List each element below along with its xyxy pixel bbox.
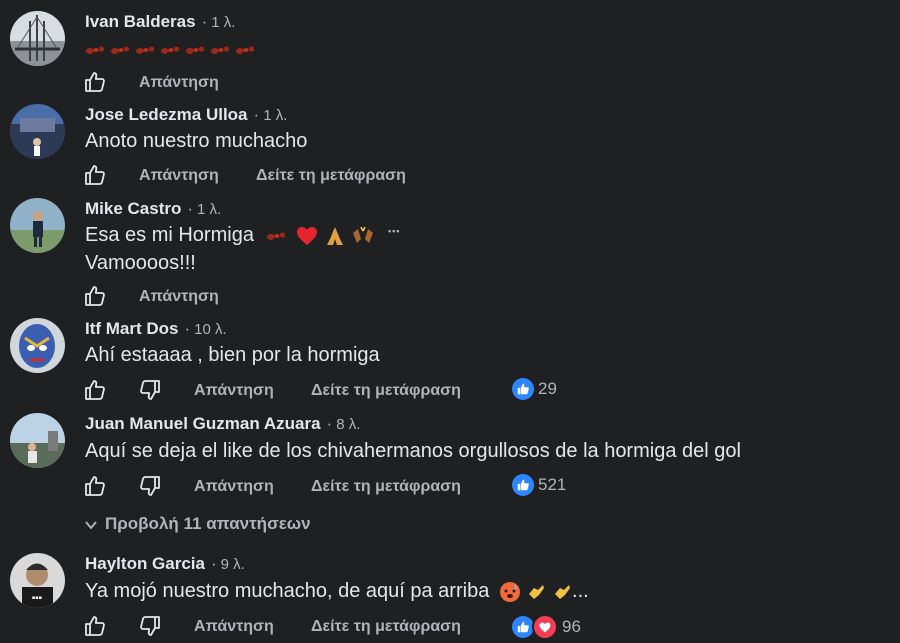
commenter-name[interactable]: Ivan Balderas: [85, 12, 196, 31]
comment-time[interactable]: 9 λ.: [221, 556, 245, 573]
comment-time[interactable]: 10 λ.: [194, 321, 227, 338]
dislike-icon[interactable]: [138, 378, 162, 402]
praying-hands-emoji: [326, 226, 343, 245]
svg-text:▪▪▪: ▪▪▪: [32, 595, 42, 601]
reply-button[interactable]: Απάντηση: [194, 618, 274, 636]
comment-text-line2: Vamoooos!!!: [85, 252, 196, 274]
reply-button[interactable]: Απάντηση: [194, 382, 274, 400]
like-reaction-icon: [512, 616, 534, 638]
avatar[interactable]: [10, 318, 65, 373]
view-replies-label: Προβολή 11 απαντήσεων: [105, 514, 311, 533]
ant-emoji: [235, 43, 257, 57]
reply-button[interactable]: Απάντηση: [139, 288, 219, 306]
like-icon[interactable]: [83, 70, 107, 94]
comment-text-suffix: ...: [572, 580, 589, 602]
reaction-count: 96: [562, 617, 581, 636]
comment-text-line: Ya mojó nuestro muchacho, de aquí pa arr…: [85, 580, 490, 602]
reaction-summary[interactable]: 96: [512, 614, 581, 640]
name-separator: ·: [326, 414, 333, 433]
name-separator: ·: [201, 12, 208, 31]
avatar[interactable]: [10, 198, 65, 253]
ant-emoji: [85, 43, 107, 57]
hot-face-emoji: [499, 581, 520, 602]
reaction-summary[interactable]: 29: [512, 378, 557, 400]
reaction-count: 29: [538, 379, 557, 398]
view-replies-button[interactable]: Προβολή 11 απαντήσεων: [85, 514, 311, 534]
chevron-down-icon: [85, 520, 97, 530]
comment-text: [85, 38, 260, 61]
heart-reaction-icon: [532, 614, 558, 640]
comment-text: Ya mojó nuestro muchacho, de aquí pa arr…: [85, 580, 589, 603]
comment-text: Esa es mi Hormiga: [85, 224, 375, 247]
name-separator: ·: [211, 554, 217, 573]
comment-text: Aquí se deja el like de los chivahermano…: [85, 440, 741, 462]
avatar[interactable]: [10, 104, 65, 159]
more-options-button[interactable]: •••: [388, 226, 400, 236]
reply-button[interactable]: Απάντηση: [194, 478, 274, 496]
comment-text-line: Esa es mi Hormiga: [85, 224, 254, 246]
reply-button[interactable]: Απάντηση: [139, 167, 219, 185]
dislike-icon[interactable]: [138, 474, 162, 498]
like-icon[interactable]: [83, 378, 107, 402]
reaction-count: 521: [538, 475, 567, 494]
commenter-name[interactable]: Haylton Garcia: [85, 554, 205, 573]
comment-time[interactable]: 1 λ.: [197, 201, 221, 218]
avatar[interactable]: ▪▪▪: [10, 553, 65, 608]
like-icon[interactable]: [83, 474, 107, 498]
comment-time[interactable]: 1 λ.: [263, 107, 287, 124]
name-separator: ·: [187, 199, 194, 218]
dislike-icon[interactable]: [138, 614, 162, 638]
like-icon[interactable]: [83, 163, 107, 187]
raising-hands-emoji: [353, 226, 374, 243]
like-icon[interactable]: [83, 284, 107, 308]
commenter-name[interactable]: Itf Mart Dos: [85, 319, 179, 338]
ant-emoji: [110, 43, 132, 57]
like-reaction-icon: [512, 474, 534, 496]
like-reaction-icon: [512, 378, 534, 400]
comment-text: Anoto nuestro muchacho: [85, 130, 308, 152]
ant-emoji: [185, 43, 207, 57]
ant-emoji: [160, 43, 182, 57]
reaction-summary[interactable]: 521: [512, 474, 566, 496]
commenter-name[interactable]: Juan Manuel Guzman Azuara: [85, 414, 321, 433]
ant-emoji: [135, 43, 157, 57]
comment-time[interactable]: 1 λ.: [211, 14, 235, 31]
like-icon[interactable]: [83, 614, 107, 638]
avatar[interactable]: [10, 413, 65, 468]
avatar[interactable]: [10, 11, 65, 66]
commenter-name[interactable]: Mike Castro: [85, 199, 181, 218]
name-separator: ·: [253, 105, 260, 124]
call-me-hand-emoji: [555, 584, 571, 599]
comment-text: Ahí estaaaa , bien por la hormiga: [85, 344, 380, 366]
ant-emoji: [266, 229, 288, 243]
name-separator: ·: [184, 319, 191, 338]
ant-emoji: [210, 43, 232, 57]
heart-emoji: [297, 226, 318, 245]
commenter-name[interactable]: Jose Ledezma Ulloa: [85, 105, 248, 124]
call-me-hand-emoji: [529, 584, 545, 599]
reply-button[interactable]: Απάντηση: [139, 74, 219, 92]
see-translation-link[interactable]: Δείτε τη μετάφραση: [311, 618, 461, 636]
see-translation-link[interactable]: Δείτε τη μετάφραση: [256, 167, 406, 185]
see-translation-link[interactable]: Δείτε τη μετάφραση: [311, 382, 461, 400]
see-translation-link[interactable]: Δείτε τη μετάφραση: [311, 478, 461, 496]
comment-time[interactable]: 8 λ.: [336, 416, 360, 433]
